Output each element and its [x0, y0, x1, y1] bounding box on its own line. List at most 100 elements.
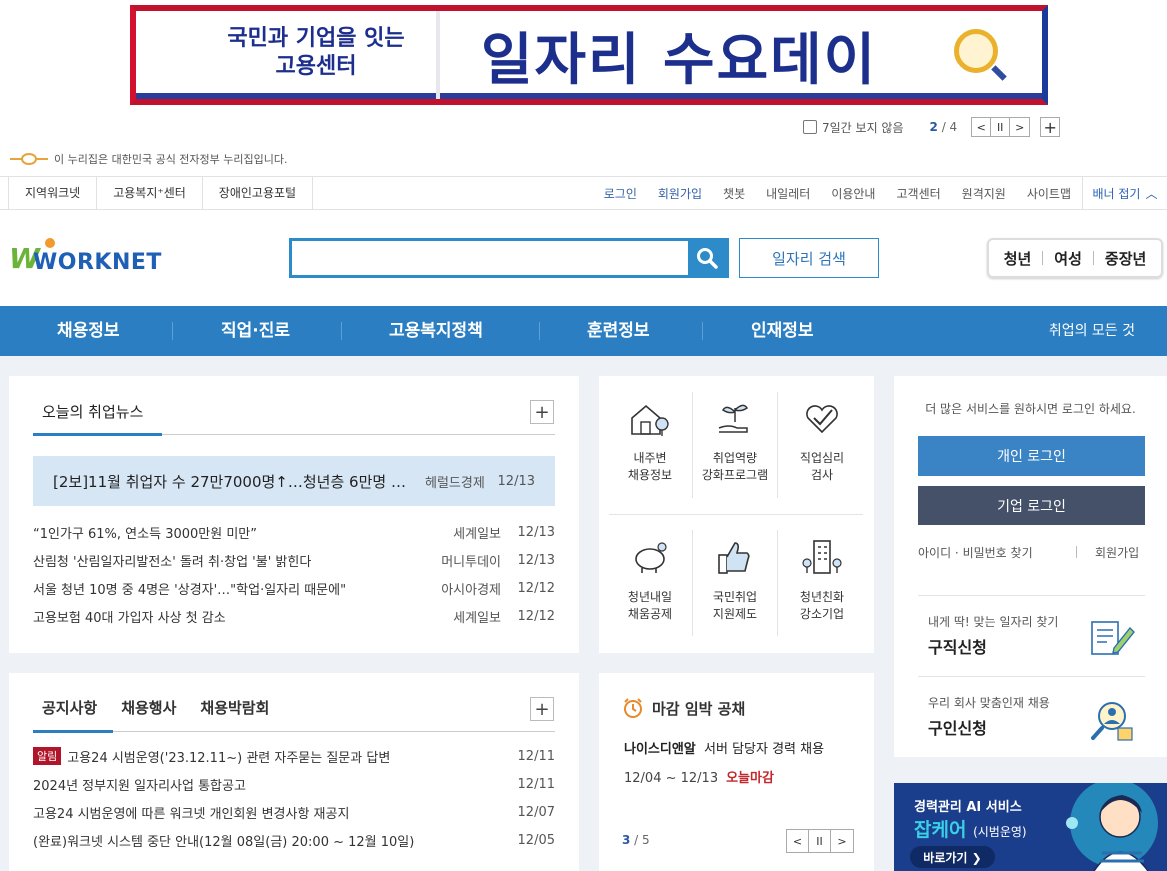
nav-career[interactable]: 직업·진로	[221, 306, 290, 356]
job-seek-promo[interactable]: 내게 딱! 맞는 일자리 찾기 구직신청	[928, 613, 1058, 658]
service-youth-savings[interactable]: 청년내일 채움공제	[607, 535, 693, 623]
link-regional-worknet[interactable]: 지역워크넷	[8, 177, 98, 209]
deadline-period: 12/04 ~ 12/13 오늘마감	[624, 771, 774, 786]
notice-item[interactable]: 알림 고용24 시범운영('23.12.11~) 관련 자주묻는 질문과 답변 1…	[33, 746, 555, 766]
deadline-pause-button[interactable]: II	[809, 830, 831, 852]
service-capacity-program[interactable]: 취업역량 강화프로그램	[692, 396, 778, 484]
service-psych-test[interactable]: 직업심리 검사	[779, 396, 865, 484]
link-disabled-portal[interactable]: 장애인고용포털	[203, 177, 314, 209]
search-input[interactable]	[292, 241, 688, 275]
deadline-title: 마감 임박 공채	[622, 697, 745, 719]
house-location-icon	[631, 404, 669, 436]
nav-talent[interactable]: 인재정보	[751, 306, 814, 356]
banner-pause-button[interactable]: II	[991, 118, 1011, 136]
deadline-prev-button[interactable]: <	[787, 830, 809, 852]
remote-support-link[interactable]: 원격지원	[962, 185, 1006, 202]
banner-pager: 2 / 4	[929, 120, 958, 134]
news-item[interactable]: 산림청 '산림일자리발전소' 돌려 취·창업 '불' 밝힌다 머니투데이 12/13	[33, 550, 555, 570]
target-group-links: 청년 여성 중장년	[987, 238, 1163, 278]
corporate-login-button[interactable]: 기업 로그인	[918, 486, 1145, 525]
news-title[interactable]: 오늘의 취업뉴스	[42, 401, 143, 422]
top-banner[interactable]: 국민과 기업을 잇는 고용센터 일자리 수요데이	[130, 5, 1048, 105]
jobcare-banner[interactable]: 경력관리 AI 서비스 잡케어 (시범운영) 바로가기 ❯	[894, 783, 1167, 871]
hide-7days-checkbox[interactable]	[803, 120, 817, 134]
deadline-pager: 3 / 5	[622, 833, 650, 847]
jobcare-go-button[interactable]: 바로가기 ❯	[910, 846, 995, 868]
login-message: 더 많은 서비스를 원하시면 로그인 하세요.	[925, 402, 1136, 416]
news-item[interactable]: 고용보험 40대 가입자 사상 첫 감소 세계일보 12/12	[33, 606, 555, 626]
newsletter-link[interactable]: 내일레터	[766, 185, 810, 202]
nav-welfare-policy[interactable]: 고용복지정책	[389, 306, 483, 356]
heart-check-icon	[806, 405, 838, 434]
service-national-support[interactable]: 국민취업 지원제도	[692, 535, 778, 623]
service-nearby-jobs[interactable]: 내주변 채용정보	[607, 396, 693, 484]
banner-prev-button[interactable]: <	[972, 118, 992, 136]
target-middle-aged[interactable]: 중장년	[1105, 248, 1146, 269]
document-pen-icon	[1091, 621, 1135, 655]
nav-training[interactable]: 훈련정보	[587, 306, 650, 356]
search-bar	[289, 238, 729, 278]
worknet-logo[interactable]: W WORKNET	[9, 238, 169, 280]
search-button[interactable]	[688, 241, 726, 275]
notice-item[interactable]: 2024년 정부지원 일자리사업 통합공고 12/11	[33, 774, 555, 794]
news-more-button[interactable]: +	[530, 400, 554, 424]
deadline-status: 오늘마감	[726, 771, 774, 786]
recruit-promo[interactable]: 우리 회사 맞춤인재 채용 구인신청	[928, 694, 1050, 739]
banner-divider	[436, 11, 440, 99]
news-headline[interactable]: [2보]11월 취업자 수 27만7000명↑…청년층 6만명 감소 헤럴드경제…	[33, 456, 555, 506]
link-employment-center[interactable]: 고용복지⁺센터	[97, 177, 203, 209]
login-link[interactable]: 로그인	[604, 185, 637, 202]
banner-controls: 7일간 보지 않음 2 / 4 < II > +	[803, 116, 1061, 138]
tab-notice[interactable]: 공지사항	[42, 697, 97, 718]
banner-next-button[interactable]: >	[1010, 118, 1030, 136]
magnifier-person-icon	[954, 29, 998, 73]
notice-tabs: 공지사항 채용행사 채용박람회	[42, 697, 293, 718]
news-item[interactable]: 서울 청년 10명 중 4명은 '상경자'…"학업·일자리 때문에" 아시아경제 1…	[33, 578, 555, 598]
sitemap-link[interactable]: 사이트맵	[1027, 185, 1071, 202]
find-id-password-link[interactable]: 아이디 · 비밀번호 찾기	[918, 544, 1033, 561]
gov-notice-text: 이 누리집은 대한민국 공식 전자정부 누리집입니다.	[54, 153, 288, 166]
egov-logo-icon	[10, 153, 48, 165]
news-item[interactable]: “1인가구 61%, 연소득 3000만원 미만” 세계일보 12/13	[33, 522, 555, 542]
banner-more-button[interactable]: +	[1040, 117, 1061, 137]
sprout-hand-icon	[718, 404, 749, 433]
building-icon	[802, 540, 842, 574]
hide-7days-label[interactable]: 7일간 보지 않음	[822, 119, 904, 136]
plus-icon: +	[534, 698, 550, 720]
job-search-button[interactable]: 일자리 검색	[739, 238, 879, 278]
nav-all-menu[interactable]: 취업의 모든 것	[1049, 306, 1135, 356]
notice-item[interactable]: 고용24 시범운영에 따른 워크넷 개인회원 변경사항 재공지 12/07	[33, 802, 555, 822]
alert-badge: 알림	[33, 747, 62, 765]
tab-job-fair[interactable]: 채용박람회	[200, 697, 269, 718]
deadline-job[interactable]: 나이스디앤알 서버 담당자 경력 채용	[624, 738, 824, 757]
banner-nav: < II >	[971, 117, 1031, 137]
alarm-clock-icon	[624, 698, 642, 718]
guide-link[interactable]: 이용안내	[831, 185, 875, 202]
personal-login-button[interactable]: 개인 로그인	[918, 436, 1145, 476]
signup-link-card[interactable]: 회원가입	[1095, 544, 1139, 561]
magnifier-person-icon	[1091, 702, 1133, 741]
logo-text: WORKNET	[33, 250, 162, 275]
notice-more-button[interactable]: +	[530, 697, 554, 721]
target-women[interactable]: 여성	[1054, 248, 1082, 269]
character-illustration-icon	[1066, 783, 1158, 871]
notice-item[interactable]: (완료)워크넷 시스템 중단 안내(12월 08일(금) 20:00 ~ 12월…	[33, 830, 555, 850]
nav-recruit[interactable]: 채용정보	[57, 306, 120, 356]
target-youth[interactable]: 청년	[1004, 248, 1032, 269]
tab-recruit-events[interactable]: 채용행사	[121, 697, 176, 718]
banner-headline: 일자리 수요데이	[481, 28, 878, 93]
deadline-nav: < II >	[786, 829, 854, 853]
deadline-next-button[interactable]: >	[831, 830, 853, 852]
thumbs-up-icon	[718, 542, 750, 574]
chevron-up-icon: ︿	[1145, 186, 1158, 201]
customer-center-link[interactable]: 고객센터	[896, 185, 940, 202]
plus-icon: +	[534, 401, 550, 423]
fold-banner-button[interactable]: 배너 접기 ︿	[1082, 177, 1167, 209]
utility-bar: 지역워크넷 고용복지⁺센터 장애인고용포털 로그인 회원가입 챗봇 내일레터 이…	[0, 176, 1167, 210]
service-youth-friendly[interactable]: 청년친화 강소기업	[779, 535, 865, 623]
logo-dot-icon	[45, 238, 55, 248]
chatbot-link[interactable]: 챗봇	[723, 185, 745, 202]
signup-link[interactable]: 회원가입	[658, 185, 702, 202]
search-icon	[697, 248, 718, 269]
piggy-bank-icon	[635, 542, 667, 573]
